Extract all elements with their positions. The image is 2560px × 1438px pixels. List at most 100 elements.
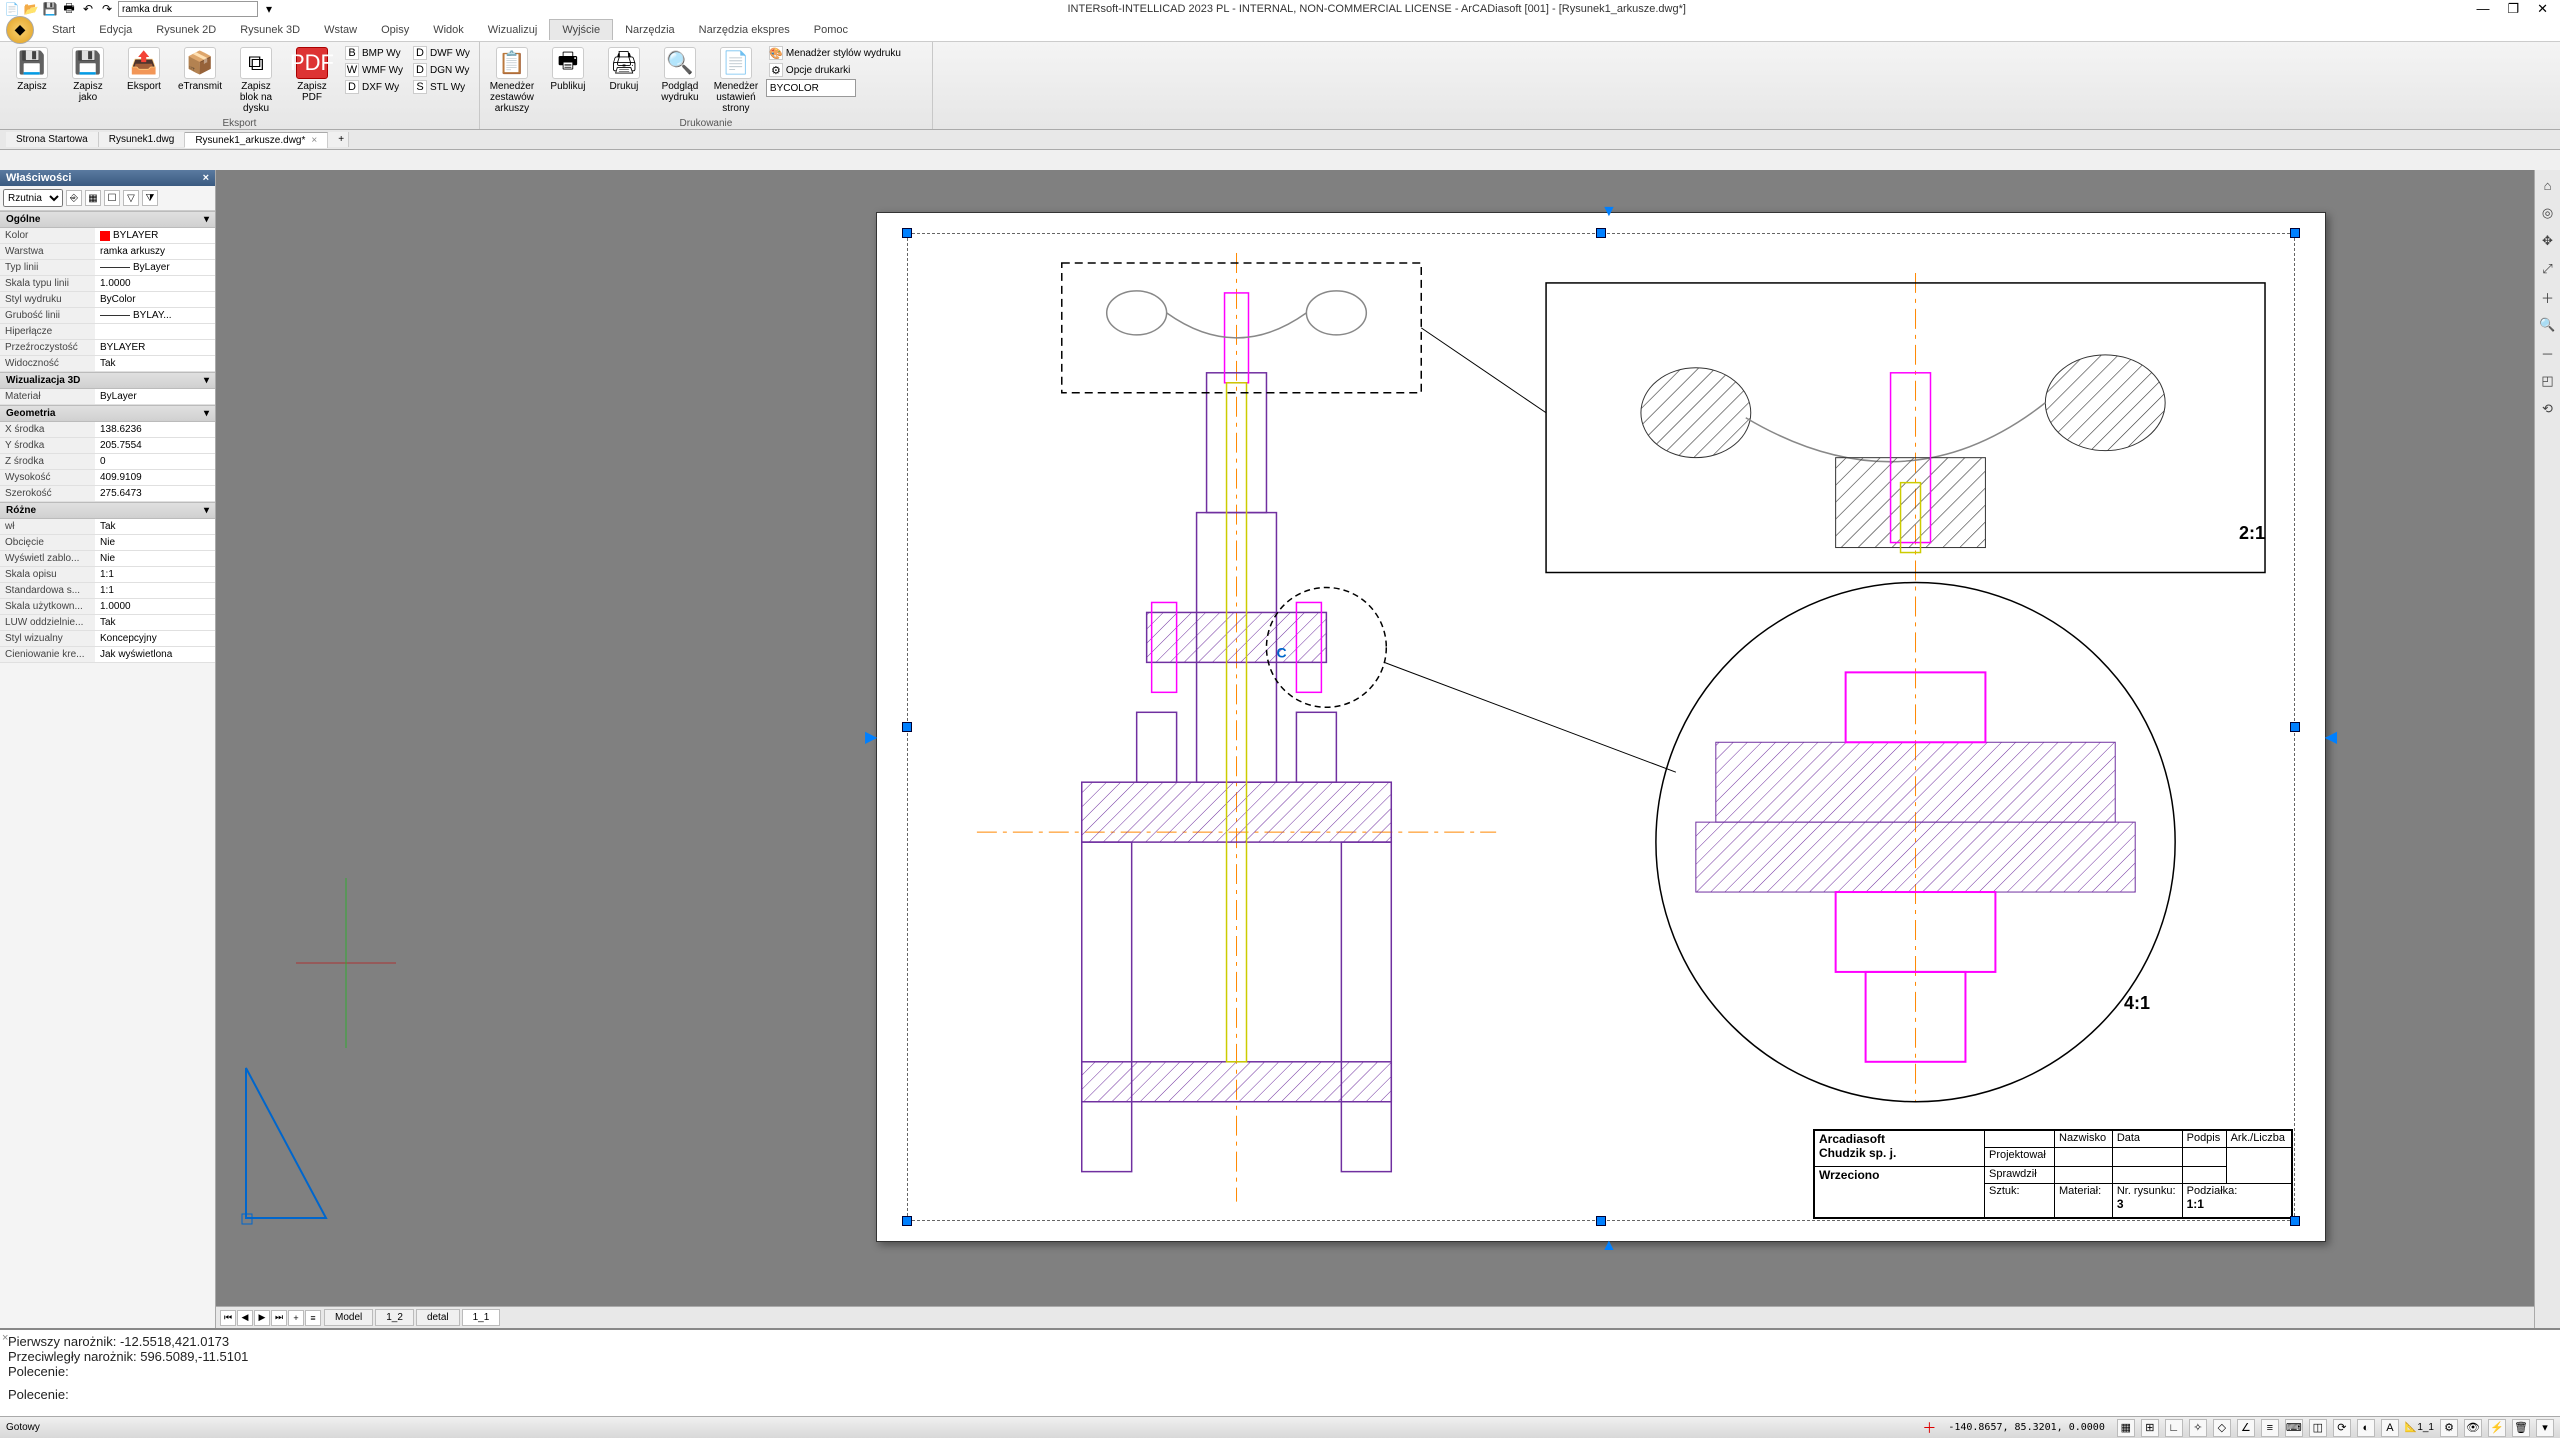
prop-row[interactable]: Styl wizualnyKoncepcyjny: [0, 631, 215, 647]
prop-row[interactable]: Z środka0: [0, 454, 215, 470]
prop-row[interactable]: MateriałByLayer: [0, 389, 215, 405]
prop-row[interactable]: Typ liniiByLayer: [0, 260, 215, 276]
wmf-export-button[interactable]: WWMF Wy: [342, 62, 406, 78]
properties-close-icon[interactable]: ×: [203, 172, 209, 184]
drawing-canvas[interactable]: C: [216, 170, 2534, 1328]
cycle-icon[interactable]: ⟳: [2333, 1419, 2351, 1437]
prop-row[interactable]: Szerokość275.6473: [0, 486, 215, 502]
dxf-export-button[interactable]: DDXF Wy: [342, 79, 406, 95]
tab-start[interactable]: Start: [40, 20, 87, 40]
prop-row[interactable]: Hiperłącze: [0, 324, 215, 340]
toggle-pick-icon[interactable]: ⎆: [66, 190, 82, 206]
page-arrow-right[interactable]: ◀: [2325, 727, 2337, 747]
viewport-selection[interactable]: [907, 233, 2295, 1221]
tab-opisy[interactable]: Opisy: [369, 20, 421, 40]
sheet-set-manager-button[interactable]: 📋Menedżer zestawów arkuszy: [486, 45, 538, 116]
qat-save-icon[interactable]: 💾: [42, 1, 58, 17]
layout-tab-detal[interactable]: detal: [416, 1309, 460, 1326]
close-button[interactable]: ✕: [2537, 1, 2548, 17]
page-arrow-bottom[interactable]: ▲: [1601, 1237, 1617, 1255]
qat-print-icon[interactable]: 🖶: [61, 1, 77, 17]
layout-last-icon[interactable]: ⏭: [271, 1310, 287, 1326]
hardware-icon[interactable]: ⚡: [2488, 1419, 2506, 1437]
filter-icon[interactable]: ▽: [123, 190, 139, 206]
close-icon[interactable]: ×: [311, 135, 317, 146]
selection-type-combo[interactable]: Rzutnia: [3, 189, 63, 207]
status-scale[interactable]: 📐1_1: [2405, 1422, 2434, 1433]
annotation-scale-icon[interactable]: A: [2381, 1419, 2399, 1437]
nav-home-icon[interactable]: ⌂: [2539, 176, 2557, 194]
snap-toggle-icon[interactable]: ▦: [2117, 1419, 2135, 1437]
save-block-button[interactable]: ⧉Zapisz blok na dysku: [230, 45, 282, 116]
tab-wizualizuj[interactable]: Wizualizuj: [476, 20, 550, 40]
save-button[interactable]: 💾Zapisz: [6, 45, 58, 94]
doc-tab-add[interactable]: +: [328, 132, 349, 147]
ortho-toggle-icon[interactable]: ∟: [2165, 1419, 2183, 1437]
layout-prev-icon[interactable]: ◀: [237, 1310, 253, 1326]
prop-row[interactable]: Cieniowanie kre...Jak wyświetlona: [0, 647, 215, 663]
tab-widok[interactable]: Widok: [421, 20, 476, 40]
page-arrow-top[interactable]: ▼: [1601, 203, 1617, 221]
funnel-icon[interactable]: ⧩: [142, 190, 158, 206]
grip-mid-left[interactable]: [902, 722, 912, 732]
grip-bottom-right[interactable]: [2290, 1216, 2300, 1226]
prop-row[interactable]: Grubość liniiBYLAY...: [0, 308, 215, 324]
clean-icon[interactable]: 🗑: [2512, 1419, 2530, 1437]
tab-wstaw[interactable]: Wstaw: [312, 20, 369, 40]
prop-row[interactable]: KolorBYLAYER: [0, 228, 215, 244]
layout-tab-model[interactable]: Model: [324, 1309, 373, 1326]
command-prompt[interactable]: Polecenie:: [8, 1387, 2552, 1402]
prop-row[interactable]: Wysokość409.9109: [0, 470, 215, 486]
prop-row[interactable]: LUW oddzielnie...Tak: [0, 615, 215, 631]
tab-narzedzia[interactable]: Narzędzia: [613, 20, 687, 40]
qat-layer-combo[interactable]: [118, 1, 258, 17]
etransmit-button[interactable]: 📦eTransmit: [174, 45, 226, 94]
export-button[interactable]: 📤Eksport: [118, 45, 170, 94]
prop-row[interactable]: Skala użytkown...1.0000: [0, 599, 215, 615]
page-setup-button[interactable]: 📄Menedżer ustawień strony: [710, 45, 762, 116]
prop-row[interactable]: ObcięcieNie: [0, 535, 215, 551]
prop-section[interactable]: Geometria▾: [0, 405, 215, 422]
grip-bottom-left[interactable]: [902, 1216, 912, 1226]
nav-zoom-window-icon[interactable]: ◰: [2539, 372, 2557, 390]
prop-row[interactable]: Wyświetl zablo...Nie: [0, 551, 215, 567]
layout-tab-11[interactable]: 1_1: [462, 1309, 501, 1326]
maximize-button[interactable]: ❐: [2507, 1, 2519, 17]
doc-tab-start[interactable]: Strona Startowa: [6, 132, 99, 147]
grip-mid-right[interactable]: [2290, 722, 2300, 732]
qat-undo-icon[interactable]: ↶: [80, 1, 96, 17]
qat-open-icon[interactable]: 📂: [23, 1, 39, 17]
grip-top-right[interactable]: [2290, 228, 2300, 238]
tab-narzedzia-ekspres[interactable]: Narzędzia ekspres: [687, 20, 802, 40]
grip-bottom-mid[interactable]: [1596, 1216, 1606, 1226]
qat-new-icon[interactable]: 📄: [4, 1, 20, 17]
command-line[interactable]: × Pierwszy narożnik: -12.5518,421.0173 P…: [0, 1328, 2560, 1416]
grip-top-left[interactable]: [902, 228, 912, 238]
layout-tab-1[interactable]: 1_2: [375, 1309, 414, 1326]
lwt-toggle-icon[interactable]: ≡: [2261, 1419, 2279, 1437]
tab-rysunek2d[interactable]: Rysunek 2D: [144, 20, 228, 40]
select-objects-icon[interactable]: ☐: [104, 190, 120, 206]
grid-toggle-icon[interactable]: ⊞: [2141, 1419, 2159, 1437]
minimize-button[interactable]: —: [2476, 1, 2489, 17]
layout-next-icon[interactable]: ▶: [254, 1310, 270, 1326]
prop-row[interactable]: Styl wydrukuByColor: [0, 292, 215, 308]
layout-list-icon[interactable]: ≡: [305, 1310, 321, 1326]
customize-icon[interactable]: ▾: [2536, 1419, 2554, 1437]
prop-row[interactable]: Y środka205.7554: [0, 438, 215, 454]
isolate-icon[interactable]: 👁: [2464, 1419, 2482, 1437]
prop-row[interactable]: Skala typu linii1.0000: [0, 276, 215, 292]
polar-toggle-icon[interactable]: ✧: [2189, 1419, 2207, 1437]
dgn-export-button[interactable]: DDGN Wy: [410, 62, 473, 78]
layout-add-icon[interactable]: +: [288, 1310, 304, 1326]
bmp-export-button[interactable]: BBMP Wy: [342, 45, 406, 61]
nav-orbit-icon[interactable]: ⟲: [2539, 400, 2557, 418]
prop-row[interactable]: włTak: [0, 519, 215, 535]
prop-row[interactable]: Skala opisu1:1: [0, 567, 215, 583]
transparency-icon[interactable]: ◐: [2357, 1419, 2375, 1437]
prop-row[interactable]: WidocznośćTak: [0, 356, 215, 372]
tab-pomoc[interactable]: Pomoc: [802, 20, 860, 40]
nav-compass-icon[interactable]: ◎: [2539, 204, 2557, 222]
layout-first-icon[interactable]: ⏮: [220, 1310, 236, 1326]
nav-zoom-out-icon[interactable]: －: [2539, 344, 2557, 362]
